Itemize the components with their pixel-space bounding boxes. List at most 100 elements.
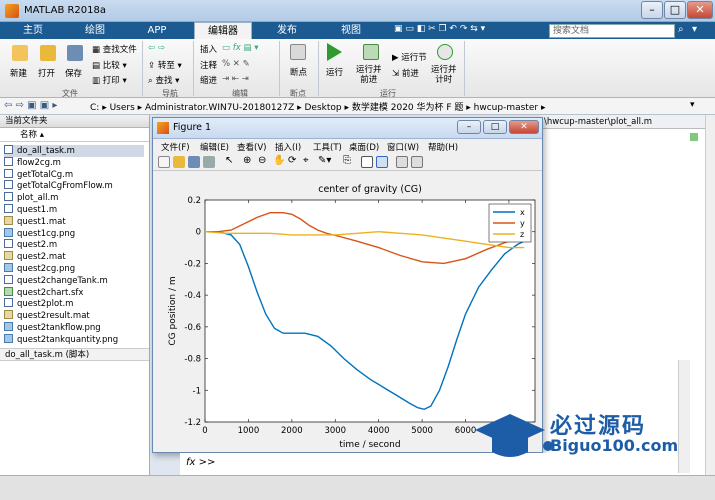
menu-view[interactable]: 查看(V) [237, 141, 266, 153]
path-segment[interactable]: 数学建模 2020 华为杯 F 题 [352, 103, 464, 113]
bell-icon[interactable]: ▾ [692, 24, 697, 35]
menu-window[interactable]: 窗口(W) [387, 141, 419, 153]
menu-help[interactable]: 帮助(H) [428, 141, 458, 153]
file-item[interactable]: quest2result.mat [4, 310, 144, 322]
path-segment[interactable]: Users [110, 103, 135, 113]
open-file-icon[interactable] [173, 156, 185, 168]
zoom-in-icon[interactable]: ⊕ [243, 155, 251, 166]
run-advance-icon[interactable] [363, 44, 379, 60]
path-segment[interactable]: Administrator.WIN7U-20180127Z [145, 103, 294, 113]
colorbar-icon[interactable] [361, 156, 373, 168]
tab-editor[interactable]: 编辑器 [194, 22, 252, 39]
search-icon[interactable]: ⌕ [678, 24, 684, 35]
file-item[interactable]: do_all_task.m [4, 145, 144, 157]
file-item[interactable]: getTotalCg.m [4, 168, 144, 181]
file-item[interactable]: quest2.m [4, 239, 144, 251]
nav-arrows-icon[interactable]: ⇦ ⇨ [148, 43, 165, 53]
show-tools-icon[interactable] [411, 156, 423, 168]
fx-icon[interactable]: fx [233, 43, 241, 53]
menu-edit[interactable]: 编辑(E) [200, 141, 229, 153]
tab-home[interactable]: 主页 [4, 22, 62, 39]
pointer-icon[interactable]: ↖ [225, 155, 233, 166]
maximize-button[interactable]: □ [664, 1, 686, 19]
print-button[interactable]: ▥ 打印 ▾ [92, 74, 127, 86]
file-item[interactable]: quest2chart.sfx [4, 286, 144, 299]
figure-maximize-button[interactable]: □ [483, 120, 507, 134]
file-item[interactable]: quest2cg.png [4, 263, 144, 275]
run-advance-button[interactable]: 运行并 前进 [356, 65, 382, 85]
name-column-header[interactable]: 名称 ▴ [0, 128, 149, 142]
file-item[interactable]: plot_all.m [4, 192, 144, 204]
breakpoints-icon[interactable] [290, 44, 306, 60]
data-cursor-icon[interactable]: ⌖ [303, 155, 309, 166]
close-button[interactable]: ✕ [687, 1, 713, 19]
hide-tools-icon[interactable] [396, 156, 408, 168]
nav-back-forward-icon[interactable]: ⇦ ⇨ ▣ ▣ ▸ [4, 100, 57, 111]
minimize-button[interactable]: – [641, 1, 663, 19]
insert-section-icon[interactable]: ▭ fx ▤ ▾ [222, 43, 258, 53]
figure-close-button[interactable]: ✕ [509, 120, 539, 134]
new-button[interactable]: 新建 [10, 67, 27, 79]
legend-icon[interactable] [376, 156, 388, 168]
menu-file[interactable]: 文件(F) [161, 141, 190, 153]
figure-minimize-button[interactable]: – [457, 120, 481, 134]
menu-tools[interactable]: 工具(T) [313, 141, 342, 153]
open-button[interactable]: 打开 [38, 67, 55, 79]
print-figure-icon[interactable] [203, 156, 215, 168]
file-item[interactable]: quest1.mat [4, 215, 144, 228]
file-item[interactable]: quest2.mat [4, 251, 144, 263]
tab-publish[interactable]: 发布 [258, 22, 316, 39]
tab-view[interactable]: 视图 [322, 22, 380, 39]
tab-apps[interactable]: APP [128, 22, 186, 39]
pan-icon[interactable]: ✋ [273, 155, 285, 166]
editor-scrollbar[interactable] [705, 115, 715, 475]
menu-desktop[interactable]: 桌面(D) [349, 141, 379, 153]
insert-button[interactable]: 插入 [200, 43, 217, 55]
file-item[interactable]: quest2plot.m [4, 298, 144, 310]
find-button[interactable]: ⌕ 查找 ▾ [148, 74, 179, 86]
path-segment[interactable]: Desktop [305, 103, 342, 113]
path-segment[interactable]: hwcup-master [474, 103, 538, 113]
run-button[interactable]: 运行 [326, 66, 343, 78]
menu-insert[interactable]: 插入(I) [275, 141, 301, 153]
indent-icons[interactable]: ⇥ ⇤ ⇥ [222, 74, 249, 84]
editor-tab[interactable]: \hwcup-master\plot_all.m [540, 115, 715, 129]
file-item[interactable]: quest1cg.png [4, 227, 144, 240]
file-item[interactable]: flow2cg.m [4, 156, 144, 169]
save-figure-icon[interactable] [188, 156, 200, 168]
folder-search-icon[interactable]: ▾ [690, 100, 695, 110]
indent-button[interactable]: 缩进 [200, 74, 217, 86]
path-segment[interactable]: C: [90, 103, 99, 113]
file-item[interactable]: quest2tankflow.png [4, 322, 144, 334]
save-button[interactable]: 保存 [65, 67, 82, 79]
quick-access-toolbar[interactable]: ▣ ▭ ◧ ✂ ❐ ↶ ↷ ⇆ ▾ [394, 24, 544, 37]
file-item[interactable]: quest1.m [4, 204, 144, 216]
breakpoints-button[interactable]: 断点 [290, 66, 307, 78]
file-item[interactable]: quest2tankquantity.png [4, 333, 144, 346]
comment-button[interactable]: 注释 [200, 59, 217, 71]
save-icon[interactable] [67, 45, 83, 61]
tab-plots[interactable]: 绘图 [66, 22, 124, 39]
run-time-icon[interactable] [437, 44, 453, 60]
run-and-time-button[interactable]: 运行并 计时 [431, 65, 457, 85]
compare-button[interactable]: ▤ 比较 ▾ [92, 59, 127, 71]
find-files-button[interactable]: ▦ 查找文件 [92, 43, 137, 55]
search-input[interactable]: 搜索文档 [549, 24, 675, 38]
brush-icon[interactable]: ✎▾ [318, 155, 331, 166]
link-icon[interactable]: ⎘ [343, 155, 351, 166]
advance-button[interactable]: ⇲ 前进 [392, 67, 419, 79]
rotate-icon[interactable]: ⟳ [288, 155, 296, 166]
run-section-button[interactable]: ▶ 运行节 [392, 51, 427, 63]
file-item[interactable]: getTotalCgFromFlow.m [4, 180, 144, 192]
new-figure-icon[interactable] [158, 156, 170, 168]
new-icon[interactable] [12, 45, 28, 61]
y-tick-label: -1 [193, 386, 201, 396]
comment-icons[interactable]: % ✕ ✎ [222, 59, 250, 69]
open-icon[interactable] [40, 45, 56, 61]
command-prompt[interactable]: fx >> [186, 457, 215, 468]
goto-button[interactable]: ⇪ 转至 ▾ [148, 59, 182, 71]
zoom-out-icon[interactable]: ⊖ [258, 155, 266, 166]
file-item[interactable]: quest2changeTank.m [4, 274, 144, 287]
folder-path[interactable]: C: ▸ Users ▸ Administrator.WIN7U-2018012… [90, 100, 545, 113]
run-icon[interactable] [327, 43, 342, 61]
